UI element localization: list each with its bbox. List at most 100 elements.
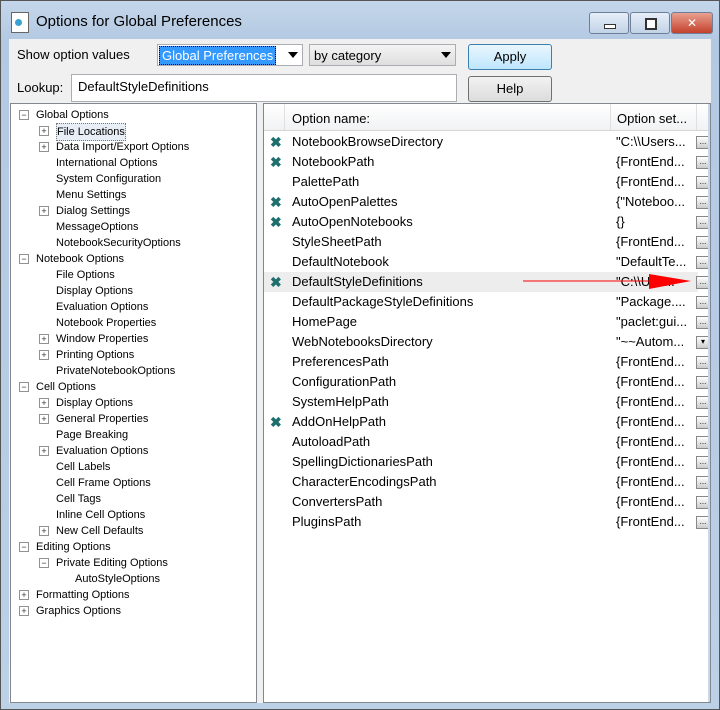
column-option-name[interactable]: Option name: (292, 111, 370, 126)
expand-icon[interactable]: + (39, 526, 49, 536)
tree-item[interactable]: Notebook Properties (11, 315, 256, 331)
expand-icon[interactable]: + (39, 414, 49, 424)
tree-item[interactable]: International Options (11, 155, 256, 171)
minimize-button[interactable] (589, 12, 629, 34)
tree-item[interactable]: − Cell Options (11, 379, 256, 395)
app-icon (11, 12, 29, 33)
tree-item[interactable]: Cell Labels (11, 459, 256, 475)
collapse-icon[interactable]: − (39, 558, 49, 568)
table-row[interactable]: HomePage "paclet:gui...... (264, 312, 710, 332)
collapse-icon[interactable]: − (19, 254, 29, 264)
close-button[interactable]: ✕ (671, 12, 713, 34)
table-row[interactable]: ✖ AutoOpenPalettes {"Noteboo...... (264, 192, 710, 212)
options-window: Options for Global Preferences ✕ Show op… (0, 0, 720, 710)
option-value: {FrontEnd... (616, 234, 685, 249)
option-name: NotebookBrowseDirectory (292, 134, 444, 149)
tree-item[interactable]: + Window Properties (11, 331, 256, 347)
option-set-marker-icon: ✖ (270, 274, 282, 290)
collapse-icon[interactable]: − (19, 110, 29, 120)
tree-item[interactable]: + Dialog Settings (11, 203, 256, 219)
help-button[interactable]: Help (468, 76, 552, 102)
expand-icon[interactable]: + (39, 206, 49, 216)
tree-item[interactable]: Menu Settings (11, 187, 256, 203)
expand-icon[interactable]: + (39, 446, 49, 456)
option-set-marker-icon: ✖ (270, 134, 282, 150)
tree-item[interactable]: NotebookSecurityOptions (11, 235, 256, 251)
tree-item[interactable]: MessageOptions (11, 219, 256, 235)
tree-item[interactable]: + Graphics Options (11, 603, 256, 619)
tree-item-label: Cell Frame Options (56, 477, 151, 489)
table-row[interactable]: PalettePath {FrontEnd...... (264, 172, 710, 192)
table-row[interactable]: ConfigurationPath {FrontEnd...... (264, 372, 710, 392)
table-row[interactable]: DefaultPackageStyleDefinitions "Package..… (264, 292, 710, 312)
table-row[interactable]: ✖ AutoOpenNotebooks{}... (264, 212, 710, 232)
tree-item[interactable]: Display Options (11, 283, 256, 299)
tree-item[interactable]: − Editing Options (11, 539, 256, 555)
tree-item[interactable]: File Options (11, 267, 256, 283)
tree-item[interactable]: − Private Editing Options (11, 555, 256, 571)
minimize-icon (604, 24, 616, 29)
tree-item[interactable]: + Formatting Options (11, 587, 256, 603)
tree-item[interactable]: System Configuration (11, 171, 256, 187)
option-name: StyleSheetPath (292, 234, 382, 249)
table-row[interactable]: DefaultNotebook "DefaultTe...... (264, 252, 710, 272)
option-value: {FrontEnd... (616, 434, 685, 449)
scope-dropdown[interactable]: Global Preferences (157, 44, 303, 66)
tree-item[interactable]: Evaluation Options (11, 299, 256, 315)
tree-item[interactable]: + Data Import/Export Options (11, 139, 256, 155)
tree-item-label: Global Options (36, 109, 109, 121)
table-row[interactable]: ConvertersPath {FrontEnd...... (264, 492, 710, 512)
tree-item[interactable]: Inline Cell Options (11, 507, 256, 523)
expand-icon[interactable]: + (39, 398, 49, 408)
table-row[interactable]: CharacterEncodingsPath {FrontEnd...... (264, 472, 710, 492)
category-tree[interactable]: − Global Options + File Locations + Data Impo… (10, 103, 257, 703)
tree-item[interactable]: Cell Frame Options (11, 475, 256, 491)
tree-item-label: Cell Options (36, 381, 96, 393)
tree-item-label: International Options (56, 157, 158, 169)
tree-item[interactable]: + New Cell Defaults (11, 523, 256, 539)
collapse-icon[interactable]: − (19, 542, 29, 552)
option-value: {FrontEnd... (616, 494, 685, 509)
tree-item-label: File Options (56, 269, 115, 281)
scrollbar[interactable] (708, 104, 710, 702)
option-value: {FrontEnd... (616, 354, 685, 369)
options-table[interactable]: Option name: Option set... ✖ NotebookBrow… (263, 103, 711, 703)
table-row[interactable]: PluginsPath {FrontEnd...... (264, 512, 710, 532)
table-row[interactable]: SystemHelpPath {FrontEnd...... (264, 392, 710, 412)
tree-item[interactable]: − Notebook Options (11, 251, 256, 267)
tree-item[interactable]: + Display Options (11, 395, 256, 411)
lookup-input[interactable]: DefaultStyleDefinitions (71, 74, 457, 102)
expand-icon[interactable]: + (19, 590, 29, 600)
close-icon: ✕ (686, 16, 698, 30)
table-header: Option name: Option set... (264, 104, 710, 131)
expand-icon[interactable]: + (39, 350, 49, 360)
tree-item[interactable]: + File Locations (11, 123, 256, 141)
apply-button[interactable]: Apply (468, 44, 552, 70)
expand-icon[interactable]: + (39, 126, 49, 136)
tree-item[interactable]: PrivateNotebookOptions (11, 363, 256, 379)
table-row[interactable]: WebNotebooksDirectory "~~Autom... ▾ (264, 332, 710, 352)
table-row[interactable]: PreferencesPath {FrontEnd...... (264, 352, 710, 372)
tree-item[interactable]: AutoStyleOptions (11, 571, 256, 587)
tree-item[interactable]: − Global Options (11, 107, 256, 123)
tree-item-label: Display Options (56, 397, 134, 409)
table-row[interactable]: SpellingDictionariesPath {FrontEnd...... (264, 452, 710, 472)
maximize-button[interactable] (630, 12, 670, 34)
expand-icon[interactable]: + (39, 142, 49, 152)
table-row[interactable]: ✖ AddOnHelpPath {FrontEnd...... (264, 412, 710, 432)
tree-item[interactable]: Page Breaking (11, 427, 256, 443)
collapse-icon[interactable]: − (19, 382, 29, 392)
column-option-setting[interactable]: Option set... (617, 111, 687, 126)
table-row[interactable]: AutoloadPath {FrontEnd...... (264, 432, 710, 452)
expand-icon[interactable]: + (19, 606, 29, 616)
view-dropdown[interactable]: by category (309, 44, 456, 66)
table-row[interactable]: ✖ NotebookPath {FrontEnd...... (264, 152, 710, 172)
tree-item[interactable]: + Evaluation Options (11, 443, 256, 459)
expand-icon[interactable]: + (39, 334, 49, 344)
table-row[interactable]: StyleSheetPath {FrontEnd...... (264, 232, 710, 252)
tree-item-label: Printing Options (56, 349, 135, 361)
tree-item[interactable]: + Printing Options (11, 347, 256, 363)
tree-item[interactable]: Cell Tags (11, 491, 256, 507)
tree-item[interactable]: + General Properties (11, 411, 256, 427)
table-row[interactable]: ✖ NotebookBrowseDirectory "C:\\Users...... (264, 132, 710, 152)
